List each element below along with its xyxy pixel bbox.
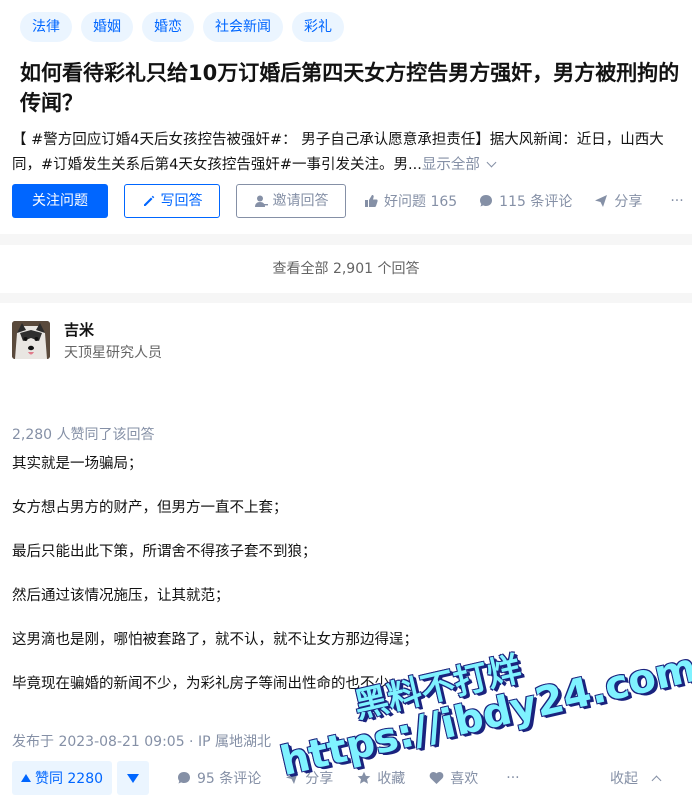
star-icon bbox=[357, 771, 371, 784]
topic-tag[interactable]: 婚姻 bbox=[81, 12, 133, 42]
excerpt-line: 同，#订婚发生关系后第4天女孩控告强奸#一事引发关注。男... bbox=[12, 156, 422, 173]
answer-comments-button[interactable]: 95 条评论 bbox=[177, 768, 261, 788]
follow-question-button[interactable]: 关注问题 bbox=[12, 184, 108, 218]
invite-answer-button[interactable]: 邀请回答 bbox=[236, 184, 346, 218]
husky-avatar-image bbox=[12, 321, 50, 359]
answer-more-button[interactable]: ··· bbox=[506, 770, 519, 786]
question-card: 法律 婚姻 婚恋 社会新闻 彩礼 如何看待彩礼只给10万订婚后第四天女方控告男方… bbox=[0, 0, 692, 234]
answer-share-label: 分享 bbox=[305, 771, 334, 787]
answer-paragraph: 毕竟现在骗婚的新闻不少，为彩礼房子等闹出性命的也不少； bbox=[12, 676, 404, 692]
upvote-label: 赞同 2280 bbox=[34, 771, 104, 787]
collapse-label: 收起 bbox=[610, 771, 638, 787]
thumbs-up-icon bbox=[365, 195, 378, 207]
invite-answer-label: 邀请回答 bbox=[272, 193, 329, 209]
author-name[interactable]: 吉米 bbox=[64, 319, 94, 340]
answer-actions: 赞同 2280 95 条评论 分享 收藏 喜欢 ··· 收起 bbox=[12, 761, 682, 795]
answer-card: 吉米 天顶星研究人员 2,280 人赞同了该回答 其实就是一场骗局； 女方想占男… bbox=[0, 303, 692, 803]
author-headline: 天顶星研究人员 bbox=[64, 345, 162, 361]
share-icon bbox=[286, 772, 299, 784]
avatar[interactable] bbox=[12, 321, 50, 359]
question-share-button[interactable]: 分享 bbox=[594, 191, 642, 211]
heart-icon bbox=[429, 771, 444, 784]
share-icon bbox=[595, 195, 608, 207]
topic-tag[interactable]: 婚恋 bbox=[142, 12, 194, 42]
comment-icon bbox=[178, 772, 190, 784]
answer-paragraph: 女方想占男方的财产，但男方一直不上套； bbox=[12, 500, 288, 516]
publish-time[interactable]: 发布于 2023-08-21 09:05 · IP 属地湖北 bbox=[12, 731, 271, 751]
answer-paragraph: 这男滴也是刚，哪怕被套路了，就不认，就不让女方那边得逞； bbox=[12, 632, 418, 648]
question-more-button[interactable]: ··· bbox=[670, 193, 683, 209]
triangle-up-icon bbox=[20, 774, 31, 782]
favorite-label: 收藏 bbox=[377, 771, 406, 787]
answer-content: 其实就是一场骗局； 女方想占男方的财产，但男方一直不上套； 最后只能出此下策，所… bbox=[12, 453, 682, 717]
topic-tag[interactable]: 社会新闻 bbox=[203, 12, 283, 42]
downvote-button[interactable] bbox=[117, 761, 149, 795]
answer-comments-label: 95 条评论 bbox=[197, 771, 262, 787]
excerpt-line: 【 #警方回应订婚4天后女孩控告被强奸#： 男子自己承认愿意承担责任】据大风新闻… bbox=[12, 132, 664, 148]
question-title[interactable]: 如何看待彩礼只给10万订婚后第四天女方控告男方强奸，男方被刑拘的传闻？ bbox=[20, 58, 690, 118]
topic-tag[interactable]: 法律 bbox=[20, 12, 72, 42]
answer-paragraph: 然后通过该情况施压，让其就范； bbox=[12, 588, 230, 604]
like-button[interactable]: 喜欢 bbox=[429, 768, 478, 788]
upvote-summary: 2,280 人赞同了该回答 bbox=[12, 427, 155, 443]
question-comments-label: 115 条评论 bbox=[499, 194, 573, 210]
chevron-down-icon bbox=[486, 157, 497, 167]
good-question-button[interactable]: 好问题 165 bbox=[364, 191, 457, 211]
show-all-link[interactable]: 显示全部 bbox=[422, 157, 480, 173]
write-answer-label: 写回答 bbox=[160, 193, 203, 209]
topic-tag[interactable]: 彩礼 bbox=[292, 12, 344, 42]
chevron-up-icon bbox=[651, 775, 662, 785]
write-answer-button[interactable]: 写回答 bbox=[124, 184, 220, 218]
favorite-button[interactable]: 收藏 bbox=[357, 768, 405, 788]
comment-icon bbox=[480, 195, 493, 207]
collapse-button[interactable]: 收起 bbox=[610, 768, 662, 788]
question-actions: 关注问题 写回答 邀请回答 好问题 165 115 条评论 分享 ··· bbox=[12, 184, 684, 218]
question-comments-button[interactable]: 115 条评论 bbox=[479, 191, 572, 211]
question-excerpt[interactable]: 【 #警方回应订婚4天后女孩控告被强奸#： 男子自己承认愿意承担责任】据大风新闻… bbox=[12, 128, 692, 177]
upvote-button[interactable]: 赞同 2280 bbox=[12, 761, 112, 795]
answer-paragraph: 其实就是一场骗局； bbox=[12, 456, 143, 472]
good-question-count: 好问题 165 bbox=[384, 194, 458, 210]
question-share-label: 分享 bbox=[614, 194, 643, 210]
view-all-answers-button[interactable]: 查看全部 2,901 个回答 bbox=[0, 245, 692, 293]
topic-tags: 法律 婚姻 婚恋 社会新闻 彩礼 bbox=[20, 12, 344, 42]
like-label: 喜欢 bbox=[450, 771, 479, 787]
pencil-icon bbox=[143, 195, 154, 206]
invite-user-icon bbox=[254, 195, 268, 207]
triangle-down-icon bbox=[127, 773, 139, 783]
answer-paragraph: 最后只能出此下策，所谓舍不得孩子套不到狼； bbox=[12, 544, 317, 560]
answer-share-button[interactable]: 分享 bbox=[285, 768, 333, 788]
